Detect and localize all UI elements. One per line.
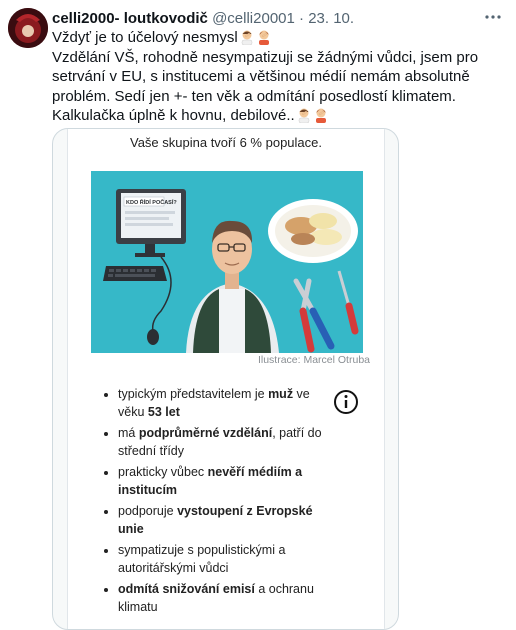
profile-bullet: podporuje vystoupení z Evropské unie <box>118 503 328 538</box>
tweet-text: Vždyť je to účelový nesmysl Vzdělání VŠ,… <box>52 28 507 126</box>
header-separator: · <box>299 10 305 27</box>
profile-bullet: sympatizuje s populistickými a autoritář… <box>118 542 328 577</box>
profile-bullet-list: typickým představitelem je muž ve věku 5… <box>104 386 328 620</box>
person-facepalming-emoji <box>313 107 329 123</box>
illustration: KDO ŘÍDÍ POČASÍ? <box>91 171 363 353</box>
tweet-header: celli2000- loutkovodič @celli20001 · 23.… <box>52 9 486 29</box>
bullet-text: prakticky vůbec <box>118 465 208 479</box>
bullet-text: podporuje <box>118 504 178 518</box>
person-facepalming-emoji <box>256 29 272 45</box>
person-facepalming-emoji <box>239 29 255 46</box>
profile-bullet: prakticky vůbec nevěří médiím a instituc… <box>118 464 328 499</box>
illustration-credit: Ilustrace: Marcel Otruba <box>257 354 370 366</box>
more-dots-icon[interactable] <box>482 6 504 28</box>
tweet[interactable]: celli2000- loutkovodič @celli20001 · 23.… <box>0 0 516 630</box>
author-avatar[interactable] <box>8 8 48 48</box>
info-circle-icon[interactable] <box>333 389 359 415</box>
bullet-bold-text: odmítá snižování emisí <box>118 582 255 596</box>
tweet-line: Kalkulačka úplně k hovnu, debilové.. <box>52 106 507 126</box>
tweet-line: Vzdělání VŠ, rohodně nesympatizuji se žá… <box>52 48 479 105</box>
bullet-bold-text: 53 let <box>147 404 180 419</box>
bullet-text: má <box>118 426 139 440</box>
author-handle[interactable]: @celli20001 <box>212 10 295 27</box>
bullet-text: typickým představitelem je <box>118 387 269 401</box>
tweet-line: Vždyť je to účelový nesmysl <box>52 28 507 48</box>
tweet-date[interactable]: 23. 10. <box>308 10 354 27</box>
person-facepalming-emoji <box>296 107 312 124</box>
profile-bullet: odmítá snižování emisí a ochranu klimatu <box>118 581 328 616</box>
profile-bullet: má podprůměrné vzdělání, patří do středn… <box>118 425 328 460</box>
bullet-bold-text: podprůměrné vzdělání <box>138 426 273 440</box>
group-share-heading: Vaše skupina tvoří 6 % populace. <box>130 135 322 150</box>
screenshot-image: Vaše skupina tvoří 6 % populace. KDO ŘÍD… <box>67 129 385 629</box>
bullet-text: sympatizuje s populistickými a autoritář… <box>118 543 286 575</box>
author-name[interactable]: celli2000- loutkovodič <box>52 10 208 27</box>
bullet-bold-text: muž <box>268 387 294 401</box>
profile-bullet: typickým představitelem je muž ve věku 5… <box>118 386 328 421</box>
sign-text: KDO ŘÍDÍ POČASÍ? <box>126 198 177 206</box>
media-card[interactable]: Vaše skupina tvoří 6 % populace. KDO ŘÍD… <box>52 128 399 630</box>
